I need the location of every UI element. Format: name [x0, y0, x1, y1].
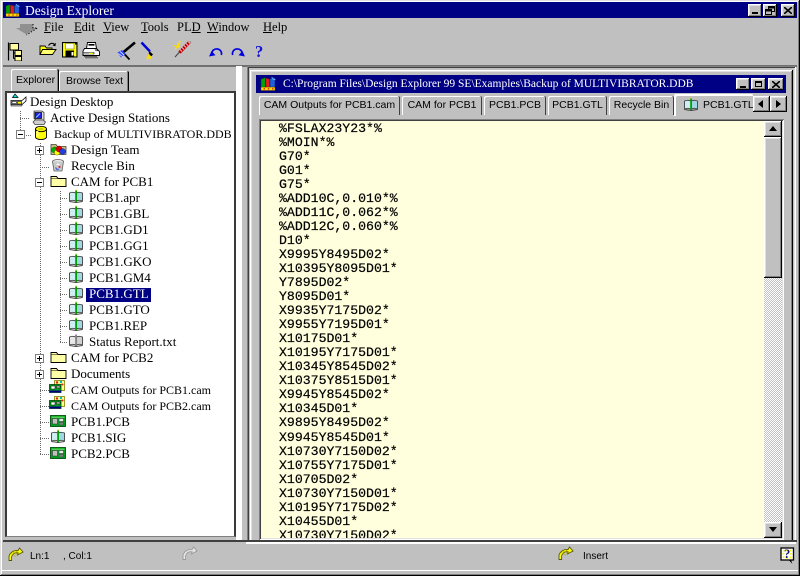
svg-text:?: ?	[784, 547, 790, 561]
